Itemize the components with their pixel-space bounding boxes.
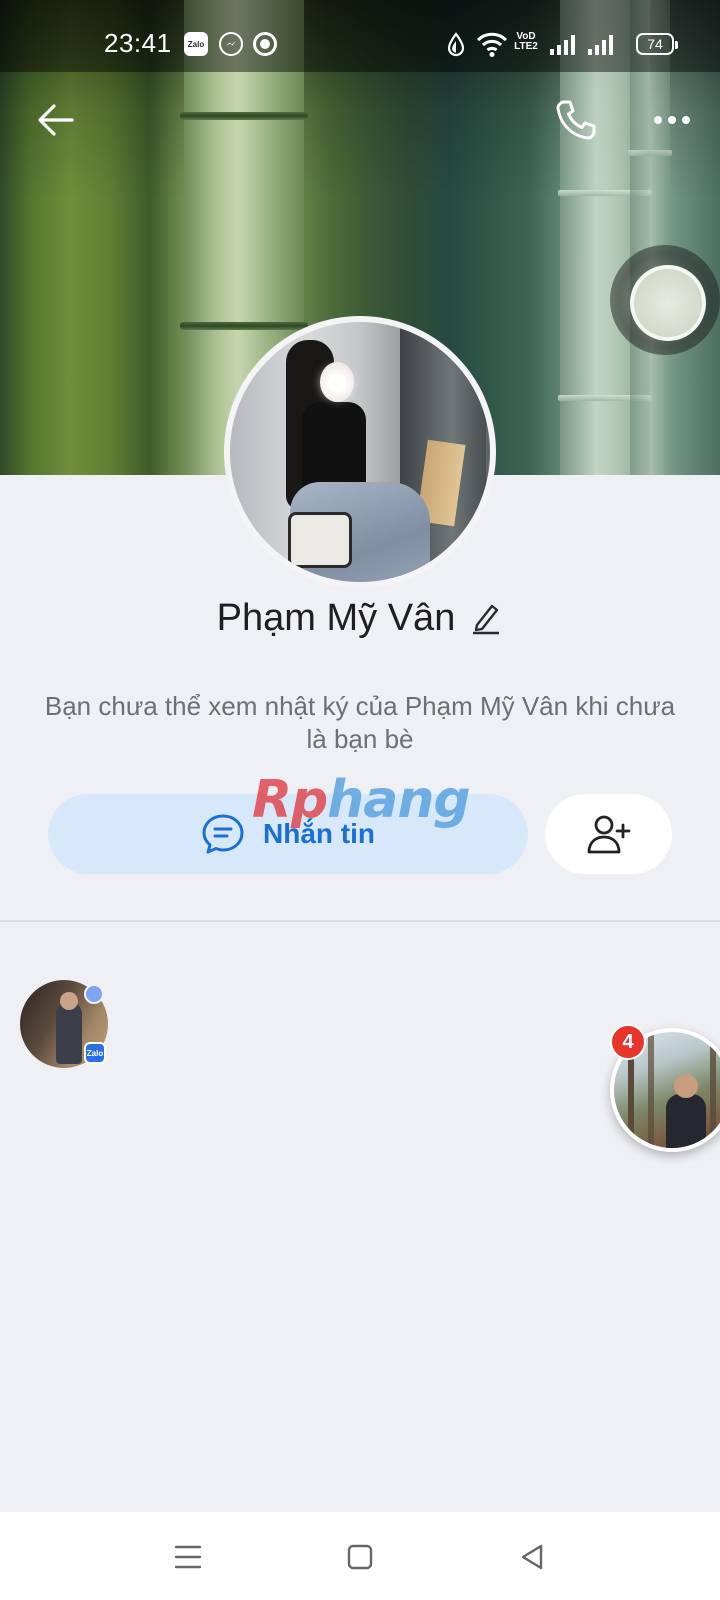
more-options-button[interactable] — [644, 92, 700, 148]
volte-icon: VoD LTE2 — [514, 31, 538, 52]
menu-icon — [174, 1545, 202, 1569]
system-back-button[interactable] — [502, 1532, 562, 1582]
signal-icon — [550, 35, 575, 55]
zalo-badge-icon: Zalo — [84, 1042, 106, 1064]
more-horizontal-icon — [654, 116, 690, 124]
home-square-icon — [347, 1544, 373, 1570]
edit-name-button[interactable] — [471, 600, 503, 636]
call-button[interactable] — [548, 92, 604, 148]
watermark-logo: Rphang — [252, 770, 471, 830]
messenger-icon — [219, 32, 243, 56]
unread-count-badge: 4 — [610, 1024, 646, 1060]
recent-apps-button[interactable] — [158, 1532, 218, 1582]
floating-assist-ball[interactable] — [610, 245, 720, 355]
diary-notice: Bạn chưa thể xem nhật ký của Phạm Mỹ Vân… — [44, 691, 676, 754]
zalo-icon: Zalo — [184, 32, 208, 56]
status-time: 23:41 — [104, 28, 172, 58]
wifi-icon — [476, 32, 508, 57]
arrow-left-icon — [38, 104, 74, 136]
system-nav-bar — [0, 1512, 720, 1600]
profile-avatar[interactable] — [224, 316, 496, 588]
pencil-icon — [473, 604, 500, 635]
status-bar: 23:41 Zalo VoD LTE2 74 — [0, 0, 720, 72]
signal-icon — [588, 35, 613, 55]
home-button[interactable] — [330, 1532, 390, 1582]
online-indicator — [84, 984, 104, 1004]
record-icon — [253, 32, 277, 56]
chat-bubble-icon — [202, 814, 244, 854]
data-saver-icon — [447, 32, 465, 57]
battery-indicator: 74 — [636, 33, 678, 55]
section-divider — [0, 920, 720, 922]
phone-icon — [556, 100, 596, 140]
back-button[interactable] — [28, 92, 84, 148]
add-friend-icon — [587, 815, 630, 854]
profile-name: Phạm Mỹ Vân — [216, 596, 456, 639]
back-triangle-icon — [521, 1544, 543, 1570]
profile-name-row: Phạm Mỹ Vân — [0, 590, 720, 646]
add-friend-button[interactable] — [545, 794, 672, 874]
